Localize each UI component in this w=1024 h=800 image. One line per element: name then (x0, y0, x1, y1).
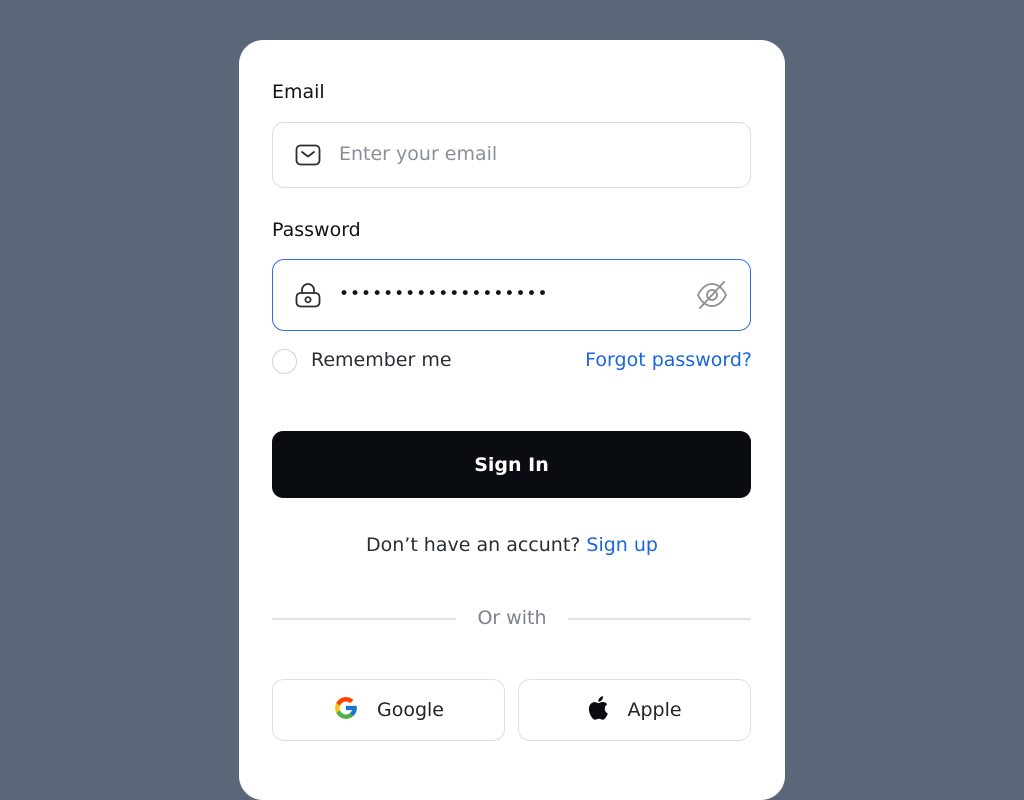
google-icon (333, 695, 359, 726)
sign-up-link[interactable]: Sign up (586, 534, 658, 556)
sign-in-label: Sign In (474, 453, 549, 476)
login-card: Email Enter your email Password ••••••••… (239, 40, 785, 800)
apple-label: Apple (627, 699, 682, 721)
signup-prompt: Don’t have an accunt? (365, 534, 581, 556)
google-button[interactable]: Google (272, 679, 505, 741)
apple-button[interactable]: Apple (518, 679, 751, 741)
forgot-password-link[interactable]: Forgot password? (585, 349, 752, 371)
mail-icon (295, 144, 321, 170)
password-field[interactable]: ••••••••••••••••••• (272, 259, 751, 331)
email-field[interactable]: Enter your email (272, 122, 751, 188)
password-value: ••••••••••••••••••• (339, 284, 549, 304)
email-placeholder: Enter your email (339, 143, 498, 165)
password-label: Password (272, 219, 361, 241)
divider-right (568, 618, 751, 620)
signup-row: Don’t have an accunt? Sign up (239, 534, 785, 556)
sign-in-button[interactable]: Sign In (272, 431, 751, 498)
apple-icon (587, 695, 609, 726)
lock-icon (295, 282, 321, 312)
email-label: Email (272, 81, 325, 103)
remember-me-checkbox[interactable] (272, 349, 297, 374)
google-label: Google (376, 699, 444, 721)
remember-me-label[interactable]: Remember me (311, 349, 452, 371)
eye-off-icon[interactable] (696, 280, 728, 314)
